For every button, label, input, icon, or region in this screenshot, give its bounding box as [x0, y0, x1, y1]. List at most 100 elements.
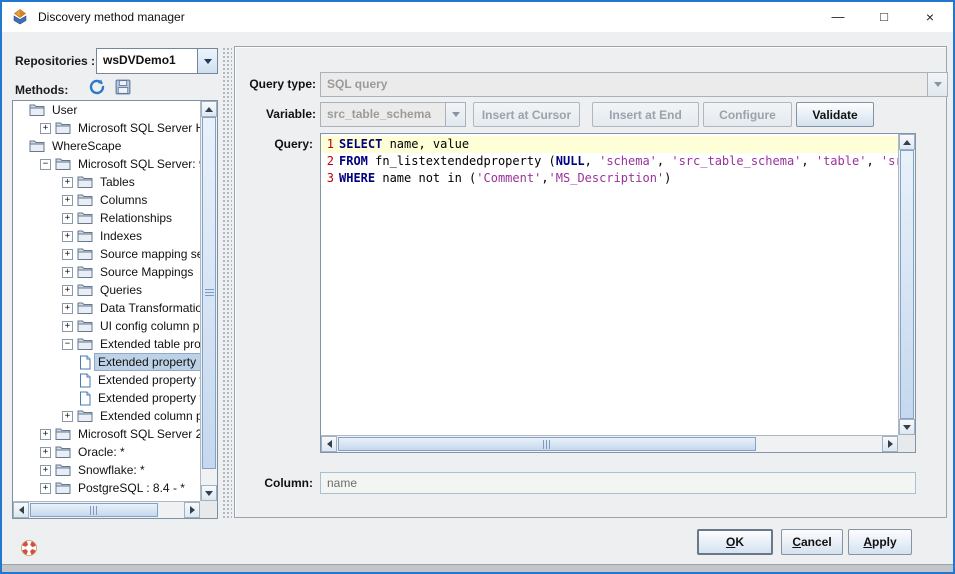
scroll-right-icon[interactable]: [184, 502, 200, 518]
tree-item[interactable]: User: [13, 101, 200, 119]
folder-icon: [77, 211, 93, 225]
tree-item-label: WhereScape: [49, 138, 124, 154]
expand-icon[interactable]: +: [40, 483, 51, 494]
panel-splitter[interactable]: [222, 47, 232, 519]
collapse-icon[interactable]: −: [62, 339, 73, 350]
expand-icon[interactable]: +: [62, 213, 73, 224]
variable-combobox: src_table_schema: [320, 102, 466, 127]
tree-item[interactable]: +Snowflake: *: [13, 461, 200, 479]
tree-vscroll-thumb[interactable]: [202, 117, 216, 469]
folder-icon: [77, 247, 93, 261]
editor-vscroll-thumb[interactable]: [900, 150, 914, 419]
scroll-left-icon[interactable]: [13, 502, 29, 518]
tree-hscroll-thumb[interactable]: [30, 503, 158, 517]
column-label: Column:: [235, 476, 313, 490]
tree-item[interactable]: Extended property n: [13, 353, 200, 371]
tree-item[interactable]: +PostgreSQL : 8.4 - *: [13, 479, 200, 497]
scroll-up-icon[interactable]: [201, 101, 217, 117]
tree-item[interactable]: +Indexes: [13, 227, 200, 245]
window-title: Discovery method manager: [38, 2, 185, 32]
query-type-label: Query type:: [235, 77, 316, 91]
apply-button[interactable]: Apply: [848, 529, 912, 555]
folder-icon: [77, 319, 93, 333]
repositories-combobox[interactable]: wsDVDemo1: [96, 48, 218, 74]
folder-icon: [77, 409, 93, 423]
folder-icon: [55, 427, 71, 441]
query-editor-lines[interactable]: 1SELECT name, value2FROM fn_listextended…: [321, 134, 898, 435]
tree-item-label: Extended property n: [95, 354, 200, 370]
folder-icon: [77, 193, 93, 207]
tree-item-label: Data Transformations: [97, 300, 200, 316]
expand-icon[interactable]: +: [62, 285, 73, 296]
code-line: 1SELECT name, value: [321, 136, 898, 153]
tree-item[interactable]: +Extended column prop: [13, 407, 200, 425]
tree-item[interactable]: +Queries: [13, 281, 200, 299]
close-button[interactable]: ×: [907, 2, 953, 32]
refresh-icon[interactable]: [88, 78, 106, 96]
tree-item[interactable]: Extended property t: [13, 389, 200, 407]
expand-icon[interactable]: +: [62, 411, 73, 422]
expand-icon[interactable]: +: [40, 429, 51, 440]
expand-icon[interactable]: +: [40, 123, 51, 134]
scroll-up-icon[interactable]: [899, 134, 915, 150]
expand-icon[interactable]: +: [62, 249, 73, 260]
repositories-value: wsDVDemo1: [97, 49, 197, 73]
maximize-button[interactable]: □: [861, 2, 907, 32]
expand-icon[interactable]: +: [62, 321, 73, 332]
minimize-button[interactable]: —: [815, 2, 861, 32]
expand-icon[interactable]: +: [62, 195, 73, 206]
expand-icon[interactable]: +: [62, 177, 73, 188]
collapse-icon[interactable]: −: [40, 159, 51, 170]
tree-item[interactable]: −Extended table propert: [13, 335, 200, 353]
tree-horizontal-scrollbar[interactable]: [13, 501, 200, 518]
tree-item[interactable]: + Data Transformations: [13, 299, 200, 317]
scroll-down-icon[interactable]: [899, 419, 915, 435]
titlebar[interactable]: Discovery method manager — □ ×: [2, 2, 953, 32]
tree-item[interactable]: + Tables: [13, 173, 200, 191]
methods-label: Methods:: [15, 83, 68, 97]
expand-icon[interactable]: +: [40, 465, 51, 476]
tree-item[interactable]: WhereScape: [13, 137, 200, 155]
tree-item-label: Tables: [97, 174, 138, 190]
document-icon: [79, 355, 91, 370]
tree-item[interactable]: +Source mapping sets: [13, 245, 200, 263]
expand-icon[interactable]: +: [62, 231, 73, 242]
scroll-left-icon[interactable]: [321, 436, 337, 452]
tree-item[interactable]: + Microsoft SQL Server HS: 9: [13, 119, 200, 137]
tree-item[interactable]: −Microsoft SQL Server: 9.0 -: [13, 155, 200, 173]
tree-item[interactable]: +Oracle: *: [13, 443, 200, 461]
expand-icon[interactable]: +: [40, 447, 51, 458]
expand-icon[interactable]: +: [62, 267, 73, 278]
tree-vertical-scrollbar[interactable]: [200, 101, 217, 501]
tree-item[interactable]: + Relationships: [13, 209, 200, 227]
tree-item-label: Relationships: [97, 210, 175, 226]
validate-button[interactable]: Validate: [796, 102, 874, 127]
scroll-right-icon[interactable]: [882, 436, 898, 452]
query-editor[interactable]: 1SELECT name, value2FROM fn_listextended…: [320, 133, 916, 453]
cancel-button[interactable]: Cancel: [781, 529, 843, 555]
chevron-down-icon[interactable]: [197, 49, 217, 73]
editor-vertical-scrollbar[interactable]: [898, 134, 915, 435]
method-tree: User + Microsoft SQL Server HS: 9 WhereScap…: [13, 101, 200, 501]
tree-item[interactable]: Extended property v: [13, 371, 200, 389]
tree-item[interactable]: + Columns: [13, 191, 200, 209]
ok-button[interactable]: OK: [697, 529, 773, 555]
tree-item[interactable]: +UI config column prope: [13, 317, 200, 335]
editor-horizontal-scrollbar[interactable]: [321, 435, 898, 452]
folder-icon: [55, 481, 71, 495]
tree-item[interactable]: +Source Mappings: [13, 263, 200, 281]
tree-item-label: Columns: [97, 192, 150, 208]
editor-hscroll-thumb[interactable]: [338, 437, 756, 451]
insert-at-cursor-button: Insert at Cursor: [473, 102, 580, 127]
tree-item-label: Microsoft SQL Server HS: 9: [75, 120, 200, 136]
tree-item[interactable]: + Microsoft SQL Server 2000: [13, 425, 200, 443]
tree-item-label: User: [49, 102, 80, 118]
line-number: 2: [324, 153, 334, 170]
query-type-value: SQL query: [321, 73, 927, 96]
help-lifebuoy-icon[interactable]: [20, 539, 38, 557]
scroll-down-icon[interactable]: [201, 485, 217, 501]
tree-item-label: Microsoft SQL Server 2000: [75, 426, 200, 442]
expand-icon[interactable]: +: [62, 303, 73, 314]
save-icon[interactable]: [114, 78, 132, 96]
variable-buttons: Insert at CursorInsert at EndConfigureVa…: [473, 102, 874, 127]
